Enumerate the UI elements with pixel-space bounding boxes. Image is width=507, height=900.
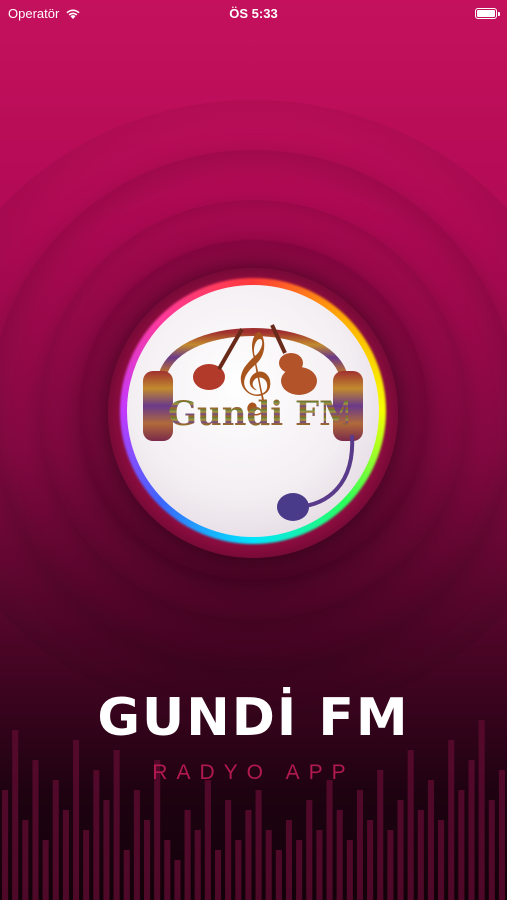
app-subtitle: RADYO APP bbox=[152, 761, 355, 784]
logo-text: Gundi FM bbox=[168, 394, 357, 434]
equalizer-bar bbox=[143, 820, 151, 900]
equalizer-bar bbox=[103, 800, 110, 900]
equalizer-bar bbox=[275, 850, 282, 900]
equalizer-bar bbox=[488, 800, 495, 900]
station-logo: 𝄞 Gundi FM bbox=[108, 268, 398, 558]
equalizer-bar bbox=[336, 810, 343, 900]
equalizer-bar bbox=[83, 830, 90, 900]
equalizer-bar bbox=[306, 800, 313, 900]
equalizer-bar bbox=[52, 780, 59, 900]
equalizer-bar bbox=[62, 810, 69, 900]
equalizer-bar bbox=[346, 840, 353, 900]
status-time: ÖS 5:33 bbox=[229, 6, 278, 21]
equalizer-bar bbox=[164, 840, 171, 900]
equalizer-bar bbox=[204, 780, 211, 900]
equalizer-bar bbox=[225, 800, 232, 900]
app-title: GUNDİ FM bbox=[97, 688, 410, 748]
equalizer-bar bbox=[397, 800, 404, 900]
status-bar: Operatör ÖS 5:33 bbox=[0, 0, 507, 28]
equalizer-bar bbox=[387, 830, 394, 900]
equalizer-bar bbox=[214, 850, 222, 900]
equalizer-bar bbox=[235, 840, 242, 900]
equalizer-bar bbox=[174, 860, 181, 900]
equalizer-bar bbox=[12, 730, 19, 900]
splash-screen: Operatör ÖS 5:33 𝄞 Gundi FM GUNDİ FM RAD… bbox=[0, 0, 507, 900]
equalizer-bar bbox=[2, 790, 9, 900]
battery-icon bbox=[475, 8, 500, 19]
equalizer-bar bbox=[427, 780, 434, 900]
equalizer-bar bbox=[377, 770, 384, 900]
equalizer-bar bbox=[356, 790, 364, 900]
equalizer-bar bbox=[438, 820, 445, 900]
equalizer-bar bbox=[245, 810, 252, 900]
equalizer-bar bbox=[367, 820, 374, 900]
equalizer-bar bbox=[123, 850, 130, 900]
equalizer-bar bbox=[326, 780, 333, 900]
equalizer-bar bbox=[265, 830, 272, 900]
equalizer-bar bbox=[417, 810, 424, 900]
equalizer-bar bbox=[498, 770, 505, 900]
equalizer-bar bbox=[255, 790, 262, 900]
equalizer-bar bbox=[22, 820, 29, 900]
equalizer-bar bbox=[458, 790, 465, 900]
equalizer-bar bbox=[133, 790, 140, 900]
equalizer-bar bbox=[296, 840, 303, 900]
equalizer-bar bbox=[316, 830, 323, 900]
equalizer-bar bbox=[184, 810, 191, 900]
equalizer-bar bbox=[285, 820, 293, 900]
equalizer-bar bbox=[194, 830, 201, 900]
equalizer-bar bbox=[42, 840, 49, 900]
equalizer-bar bbox=[93, 770, 100, 900]
